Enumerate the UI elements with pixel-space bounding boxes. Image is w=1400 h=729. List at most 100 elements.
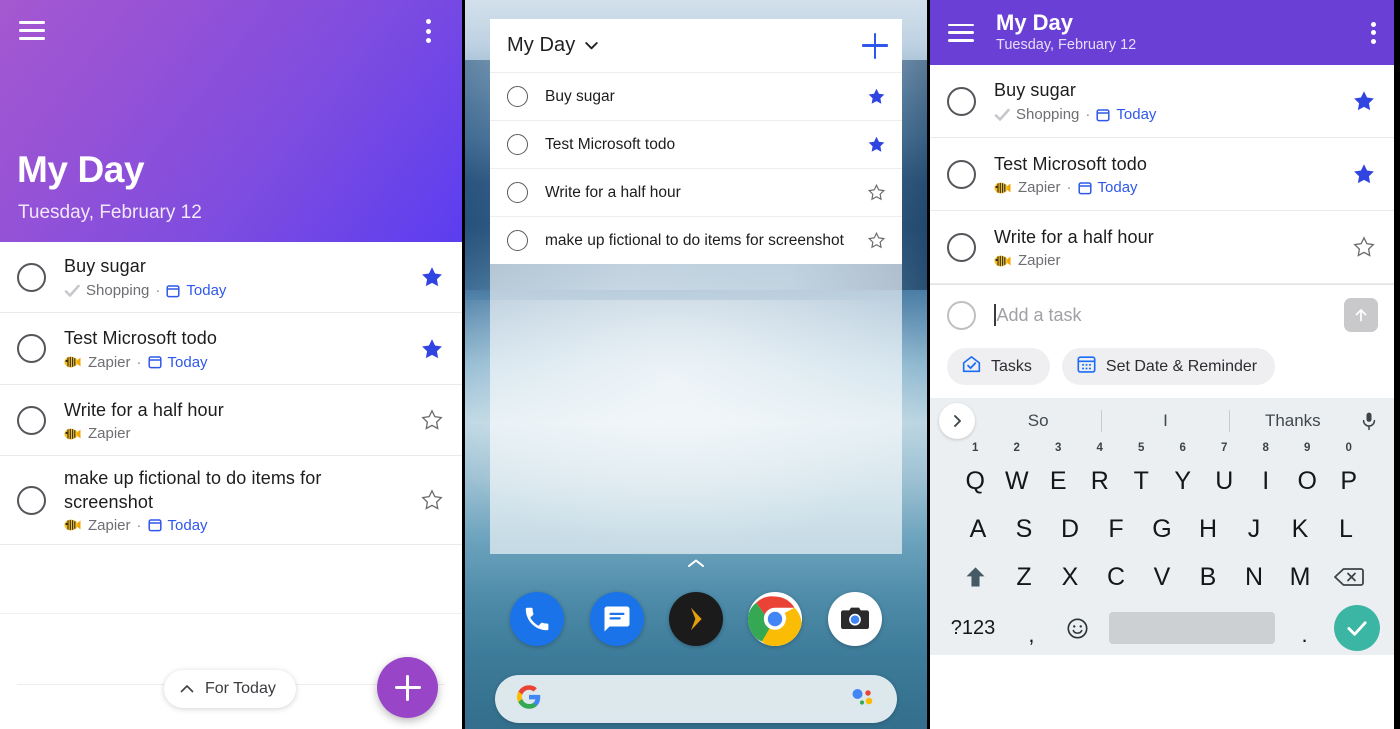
- more-vertical-icon[interactable]: [425, 19, 431, 43]
- backspace-icon[interactable]: [1323, 553, 1375, 601]
- task-checkbox[interactable]: [947, 86, 976, 116]
- key-period[interactable]: .: [1290, 608, 1320, 648]
- task-checkbox[interactable]: [17, 262, 46, 292]
- key-number: 4: [1096, 442, 1103, 454]
- star-icon-outline[interactable]: [420, 488, 444, 512]
- for-today-button[interactable]: For Today: [164, 670, 296, 708]
- task-checkbox[interactable]: [947, 232, 976, 262]
- app-drawer-indicator[interactable]: [465, 558, 927, 569]
- key-g[interactable]: G: [1139, 505, 1185, 553]
- task-metadata: Shopping · Today: [994, 107, 1340, 123]
- key-j[interactable]: J: [1231, 505, 1277, 553]
- star-icon-outline[interactable]: [867, 183, 886, 202]
- table-row[interactable]: Test Microsoft todo Zapier · Today: [0, 313, 462, 385]
- star-icon-filled[interactable]: [1352, 162, 1376, 186]
- more-vertical-icon[interactable]: [1370, 21, 1376, 44]
- star-icon-outline[interactable]: [420, 408, 444, 432]
- add-task-fab[interactable]: [377, 657, 438, 718]
- phone-icon[interactable]: [510, 592, 565, 646]
- key-y[interactable]: 6Y: [1162, 442, 1204, 505]
- google-assistant-icon[interactable]: [849, 684, 875, 715]
- star-icon-outline[interactable]: [1352, 235, 1376, 259]
- add-task-input[interactable]: Add a task: [994, 304, 1344, 326]
- key-o[interactable]: 9O: [1287, 442, 1329, 505]
- key-s[interactable]: S: [1001, 505, 1047, 553]
- key-n[interactable]: N: [1231, 553, 1277, 601]
- shift-up-icon[interactable]: [949, 553, 1001, 601]
- key-t[interactable]: 5T: [1121, 442, 1163, 505]
- key-e[interactable]: 3E: [1038, 442, 1080, 505]
- key-k[interactable]: K: [1277, 505, 1323, 553]
- suggestion-word[interactable]: So: [975, 411, 1101, 431]
- chevron-down-icon[interactable]: [584, 38, 599, 53]
- widget-header[interactable]: My Day: [490, 19, 902, 72]
- message-icon[interactable]: [589, 592, 644, 646]
- star-icon-filled[interactable]: [867, 135, 886, 154]
- suggestion-word[interactable]: I: [1102, 411, 1228, 431]
- plex-chevron-icon[interactable]: [668, 592, 723, 646]
- key-a[interactable]: A: [955, 505, 1001, 553]
- task-checkbox[interactable]: [507, 230, 528, 251]
- check-confirm-icon[interactable]: [1333, 605, 1380, 651]
- table-row[interactable]: Buy sugar Shopping · Today: [0, 242, 462, 313]
- suggestion-bar: So I Thanks: [930, 398, 1394, 443]
- star-icon-filled[interactable]: [867, 87, 886, 106]
- app-header-gradient: My Day Tuesday, February 12: [0, 0, 462, 242]
- task-checkbox[interactable]: [947, 159, 976, 189]
- key-w[interactable]: 2W: [996, 442, 1038, 505]
- list-item[interactable]: Test Microsoft todo: [490, 120, 902, 168]
- arrow-up-icon[interactable]: [1344, 298, 1378, 332]
- table-row[interactable]: Write for a half hour Zapier: [930, 211, 1394, 284]
- star-icon-filled[interactable]: [420, 337, 444, 361]
- key-d[interactable]: D: [1047, 505, 1093, 553]
- key-h[interactable]: H: [1185, 505, 1231, 553]
- table-row[interactable]: Test Microsoft todo Zapier · Today: [930, 138, 1394, 211]
- key-l[interactable]: L: [1323, 505, 1369, 553]
- task-checkbox[interactable]: [17, 485, 46, 515]
- key-i[interactable]: 8I: [1245, 442, 1287, 505]
- camera-icon[interactable]: [827, 592, 882, 646]
- chevron-right-icon[interactable]: [939, 402, 975, 439]
- suggestion-word[interactable]: Thanks: [1230, 411, 1356, 431]
- key-b[interactable]: B: [1185, 553, 1231, 601]
- key-u[interactable]: 7U: [1204, 442, 1246, 505]
- chrome-icon[interactable]: [748, 592, 803, 646]
- key-m[interactable]: M: [1277, 553, 1323, 601]
- key-q[interactable]: 1Q: [955, 442, 997, 505]
- task-checkbox[interactable]: [17, 334, 46, 363]
- add-task-placeholder: Add a task: [996, 305, 1082, 325]
- list-item[interactable]: make up fictional to do items for screen…: [490, 216, 902, 264]
- hamburger-menu-icon[interactable]: [19, 21, 45, 40]
- task-checkbox[interactable]: [507, 182, 528, 203]
- key-v[interactable]: V: [1139, 553, 1185, 601]
- key-comma[interactable]: ,: [1016, 608, 1046, 648]
- task-metadata: Zapier · Today: [994, 180, 1340, 195]
- plus-icon[interactable]: [862, 32, 888, 59]
- star-icon-outline[interactable]: [867, 231, 886, 250]
- list-item[interactable]: Write for a half hour: [490, 168, 902, 216]
- list-item[interactable]: Buy sugar: [490, 72, 902, 120]
- key-p[interactable]: 0P: [1328, 442, 1370, 505]
- key-x[interactable]: X: [1047, 553, 1093, 601]
- chip-set-date-reminder[interactable]: Set Date & Reminder: [1061, 348, 1276, 385]
- key-f[interactable]: F: [1093, 505, 1139, 553]
- google-search-bar[interactable]: [495, 675, 897, 723]
- key-letter: U: [1215, 466, 1234, 495]
- microphone-icon[interactable]: [1356, 411, 1382, 431]
- star-icon-filled[interactable]: [1352, 89, 1376, 113]
- key-symbols[interactable]: ?123: [944, 617, 1002, 640]
- key-z[interactable]: Z: [1001, 553, 1047, 601]
- key-r[interactable]: 4R: [1079, 442, 1121, 505]
- table-row[interactable]: make up fictional to do items for screen…: [0, 456, 462, 545]
- task-checkbox[interactable]: [17, 405, 46, 435]
- chip-tasks[interactable]: Tasks: [947, 348, 1050, 385]
- key-c[interactable]: C: [1093, 553, 1139, 601]
- star-icon-filled[interactable]: [420, 265, 444, 289]
- key-space[interactable]: [1109, 612, 1276, 644]
- task-checkbox[interactable]: [507, 134, 528, 155]
- hamburger-menu-icon[interactable]: [948, 23, 974, 42]
- table-row[interactable]: Buy sugar Shopping · Today: [930, 65, 1394, 138]
- task-checkbox[interactable]: [507, 86, 528, 107]
- table-row[interactable]: Write for a half hour Zapier: [0, 385, 462, 456]
- emoji-smiley-icon[interactable]: [1061, 617, 1095, 640]
